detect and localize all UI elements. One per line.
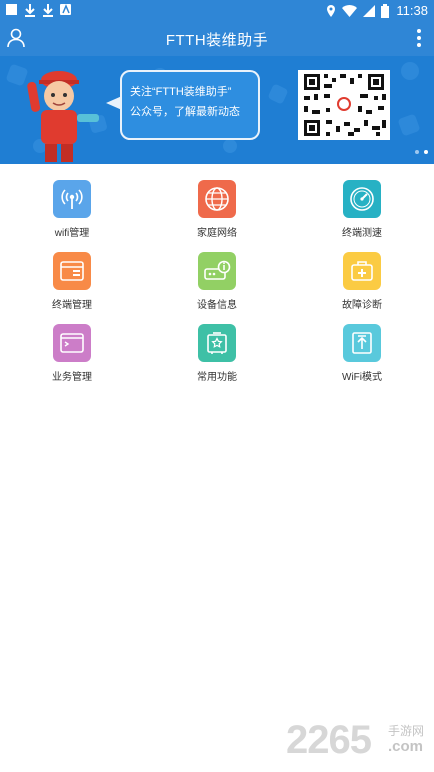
watermark-number: 2265 (286, 718, 372, 762)
feature-wifi-mode[interactable]: WiFi模式 (302, 324, 422, 388)
more-menu-icon[interactable] (416, 28, 422, 48)
mascot-worker-illustration (27, 71, 99, 162)
app-bar: FTTH装维助手 (0, 22, 434, 56)
feature-label: WiFi模式 (342, 372, 382, 383)
speedometer-icon (350, 187, 374, 211)
app-notification-icon (60, 4, 71, 15)
feature-label: 终端测速 (342, 228, 382, 239)
watermark-domain: .com (388, 738, 424, 755)
status-time: 11:38 (396, 3, 428, 18)
banner-page-indicator (415, 150, 428, 154)
feature-speed-test[interactable]: 终端测速 (302, 180, 422, 244)
star-board-icon (207, 332, 227, 354)
tile-fault-diagnosis (343, 252, 381, 290)
feature-label: 故障诊断 (342, 300, 382, 311)
site-watermark: 2265 手游网 .com (286, 718, 434, 768)
upload-arrow-icon (352, 332, 372, 354)
feature-label: 设备信息 (197, 300, 237, 311)
page-dot (415, 150, 419, 154)
tile-wifi-management (53, 180, 91, 218)
feature-terminal-management[interactable]: 终端管理 (12, 252, 132, 316)
feature-label: 业务管理 (52, 372, 92, 383)
tile-service-management (53, 324, 91, 362)
feature-fault-diagnosis[interactable]: 故障诊断 (302, 252, 422, 316)
qr-code-image (298, 70, 390, 140)
page-title: FTTH装维助手 (165, 32, 269, 49)
feature-label: 终端管理 (52, 300, 92, 311)
banner-speech-bubble: 关注“FTTH装维助手” 公众号，了解最新动态 (120, 70, 260, 140)
tile-device-info (198, 252, 236, 290)
tile-wifi-mode (343, 324, 381, 362)
tile-home-network (198, 180, 236, 218)
download-icon (43, 4, 53, 17)
notification-square-icon (6, 4, 17, 15)
globe-icon (205, 187, 229, 211)
battery-icon (381, 3, 390, 18)
location-icon (327, 4, 336, 17)
page-dot-active (424, 150, 428, 154)
wifi-status-icon (342, 4, 358, 17)
medical-kit-icon (351, 261, 373, 281)
feature-common-functions[interactable]: 常用功能 (157, 324, 277, 388)
feature-wifi-management[interactable]: wifi管理 (12, 180, 132, 244)
status-bar: 11:38 (0, 0, 434, 22)
feature-label: 家庭网络 (197, 228, 237, 239)
banner-line-2: 公众号，了解最新动态 (130, 106, 240, 118)
banner-line-1: 关注“FTTH装维助手” (130, 86, 232, 98)
feature-label: wifi管理 (54, 228, 90, 239)
device-info-icon (204, 260, 231, 280)
cell-signal-icon (363, 4, 376, 17)
tile-speed-test (343, 180, 381, 218)
console-window-icon (60, 333, 84, 353)
tile-common-functions (198, 324, 236, 362)
promo-banner[interactable]: 关注“FTTH装维助手” 公众号，了解最新动态 (0, 56, 434, 164)
tile-terminal-management (53, 252, 91, 290)
feature-service-management[interactable]: 业务管理 (12, 324, 132, 388)
terminal-window-icon (60, 261, 84, 281)
feature-device-info[interactable]: 设备信息 (157, 252, 277, 316)
feature-label: 常用功能 (197, 372, 237, 383)
download-icon (25, 4, 35, 17)
feature-home-network[interactable]: 家庭网络 (157, 180, 277, 244)
watermark-site: 手游网 (388, 724, 425, 738)
wifi-signal-icon (61, 189, 83, 209)
